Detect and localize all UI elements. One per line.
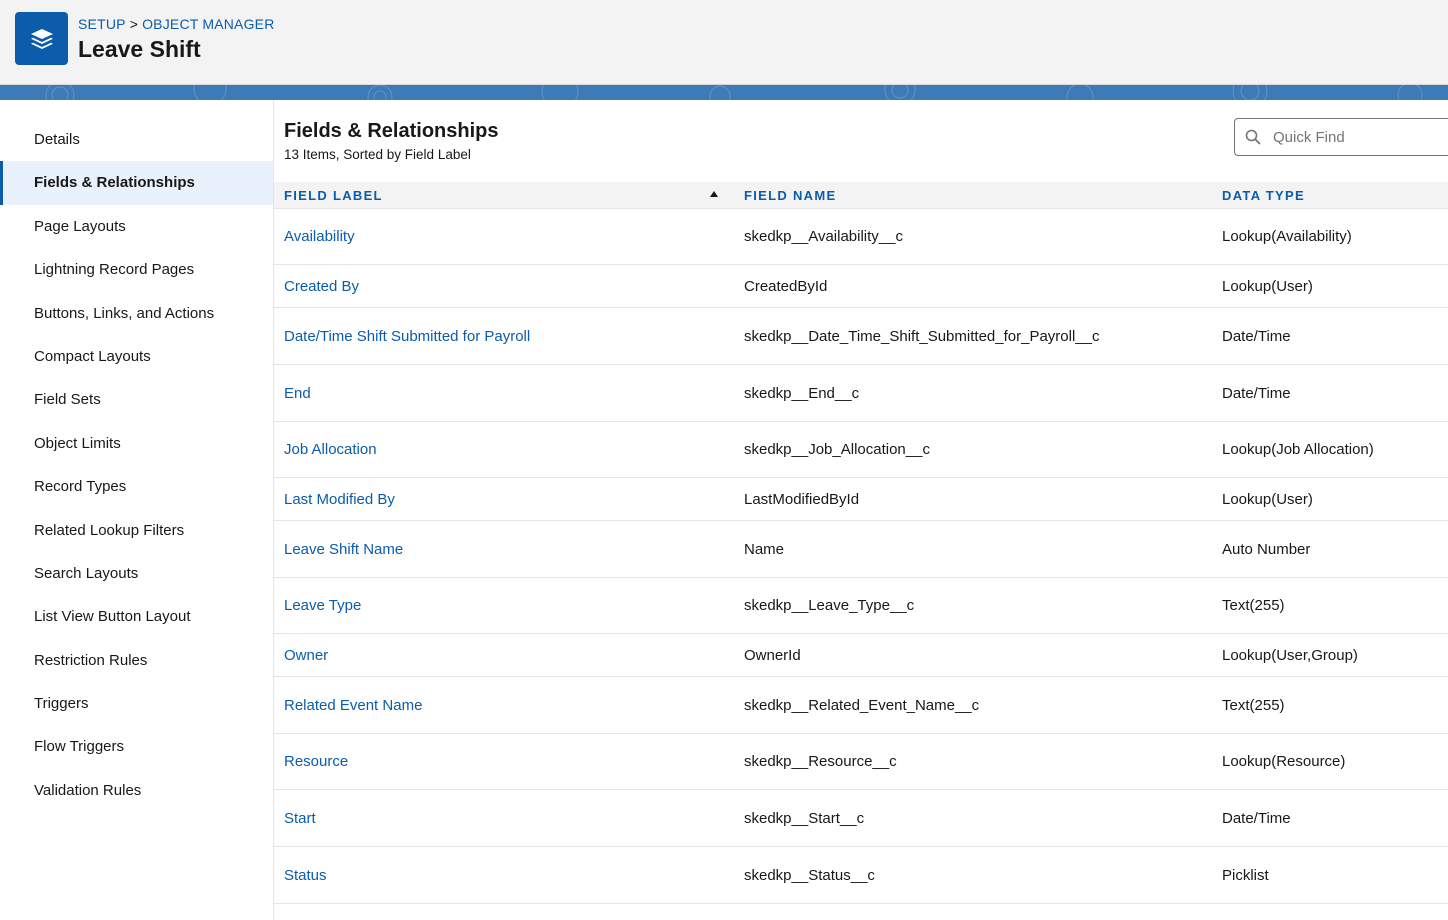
table-row: Created By CreatedById Lookup(User) xyxy=(274,265,1448,308)
sidebar-item-page-layouts[interactable]: Page Layouts xyxy=(0,205,273,248)
section-subtitle: 13 Items, Sorted by Field Label xyxy=(284,147,471,162)
table-row: Job Allocation skedkp__Job_Allocation__c… xyxy=(274,422,1448,478)
breadcrumb-object-manager-link[interactable]: OBJECT MANAGER xyxy=(142,16,274,32)
table-row: Leave Type skedkp__Leave_Type__c Text(25… xyxy=(274,578,1448,634)
field-api-name: OwnerId xyxy=(744,646,801,664)
column-header-field-label-text: FIELD LABEL xyxy=(284,187,383,203)
field-api-name: skedkp__Resource__c xyxy=(744,753,897,770)
page-title: Leave Shift xyxy=(78,36,201,62)
field-api-name: LastModifiedById xyxy=(744,490,860,508)
sidebar-item-buttons-links-actions[interactable]: Buttons, Links, and Actions xyxy=(0,292,273,335)
field-api-name: skedkp__Date_Time_Shift_Submitted_for_Pa… xyxy=(744,327,1100,345)
column-header-field-label[interactable]: FIELD LABEL xyxy=(274,188,734,203)
field-data-type: Date/Time xyxy=(1222,327,1291,345)
sidebar-item-fields-relationships[interactable]: Fields & Relationships xyxy=(0,161,273,205)
sidebar-item-lightning-record-pages[interactable]: Lightning Record Pages xyxy=(0,248,273,291)
table-row: Resource skedkp__Resource__c Lookup(Reso… xyxy=(274,734,1448,790)
table-row: Last Modified By LastModifiedById Lookup… xyxy=(274,478,1448,521)
sidebar-item-object-limits[interactable]: Object Limits xyxy=(0,422,273,465)
breadcrumb-setup-link[interactable]: SETUP xyxy=(78,16,126,32)
field-api-name: skedkp__End__c xyxy=(744,384,860,402)
field-label-link[interactable]: Date/Time Shift Submitted for Payroll xyxy=(274,328,734,345)
sidebar-item-related-lookup-filters[interactable]: Related Lookup Filters xyxy=(0,509,273,552)
field-data-type: Date/Time xyxy=(1222,384,1291,402)
sidebar-nav: Details Fields & Relationships Page Layo… xyxy=(0,100,274,920)
sidebar-item-compact-layouts[interactable]: Compact Layouts xyxy=(0,335,273,378)
field-label-link[interactable]: Related Event Name xyxy=(274,697,734,714)
table-row: Leave Shift Name Name Auto Number xyxy=(274,521,1448,578)
field-data-type: Date/Time xyxy=(1222,809,1291,827)
field-api-name: skedkp__Status__c xyxy=(744,866,875,884)
table-row: Start skedkp__Start__c Date/Time xyxy=(274,790,1448,847)
table-row: Related Event Name skedkp__Related_Event… xyxy=(274,677,1448,734)
quick-find-box xyxy=(1234,118,1448,156)
field-api-name: skedkp__Related_Event_Name__c xyxy=(744,696,980,714)
table-row: Status skedkp__Status__c Picklist xyxy=(274,847,1448,904)
table-row: Availability skedkp__Availability__c Loo… xyxy=(274,209,1448,265)
field-data-type: Text(255) xyxy=(1222,696,1285,714)
field-label-link[interactable]: Availability xyxy=(274,228,734,245)
sidebar-item-triggers[interactable]: Triggers xyxy=(0,682,273,725)
field-label-link[interactable]: Resource xyxy=(274,753,734,770)
object-header: SETUP > OBJECT MANAGER Leave Shift xyxy=(0,0,1448,85)
field-data-type: Lookup(Resource) xyxy=(1222,753,1346,770)
column-header-data-type[interactable]: DATA TYPE xyxy=(1212,188,1448,203)
table-header-row: FIELD LABEL FIELD NAME DATA TYPE xyxy=(274,182,1448,209)
sidebar-item-restriction-rules[interactable]: Restriction Rules xyxy=(0,639,273,682)
field-label-link[interactable]: Last Modified By xyxy=(274,491,734,508)
field-label-link[interactable]: Status xyxy=(274,867,734,884)
table-row: Owner OwnerId Lookup(User,Group) xyxy=(274,634,1448,677)
field-api-name: skedkp__Job_Allocation__c xyxy=(744,441,930,458)
field-data-type: Text(255) xyxy=(1222,597,1285,614)
table-row: End skedkp__End__c Date/Time xyxy=(274,365,1448,422)
field-data-type: Lookup(User) xyxy=(1222,277,1313,295)
field-label-link[interactable]: Leave Shift Name xyxy=(274,541,734,558)
field-label-link[interactable]: Job Allocation xyxy=(274,441,734,458)
sidebar-item-details[interactable]: Details xyxy=(0,118,273,161)
field-data-type: Lookup(Availability) xyxy=(1222,228,1352,245)
field-data-type: Lookup(User,Group) xyxy=(1222,646,1358,664)
field-label-link[interactable]: Leave Type xyxy=(274,597,734,614)
table-row: Date/Time Shift Submitted for Payroll sk… xyxy=(274,308,1448,365)
stack-layers-icon xyxy=(15,12,68,65)
field-data-type: Auto Number xyxy=(1222,540,1311,558)
field-api-name: Name xyxy=(744,540,785,558)
sidebar-item-flow-triggers[interactable]: Flow Triggers xyxy=(0,725,273,768)
sidebar-item-list-view-button-layout[interactable]: List View Button Layout xyxy=(0,595,273,638)
section-title: Fields & Relationships xyxy=(284,120,499,142)
field-api-name: skedkp__Leave_Type__c xyxy=(744,597,915,614)
field-api-name: skedkp__Availability__c xyxy=(744,228,903,245)
column-header-field-name[interactable]: FIELD NAME xyxy=(734,188,1212,203)
field-data-type: Picklist xyxy=(1222,866,1269,884)
field-api-name: skedkp__Start__c xyxy=(744,809,865,827)
field-data-type: Lookup(User) xyxy=(1222,490,1313,508)
field-data-type: Lookup(Job Allocation) xyxy=(1222,441,1374,458)
breadcrumb-separator: > xyxy=(129,16,139,32)
fields-table: FIELD LABEL FIELD NAME DATA TYPE Availab… xyxy=(274,182,1448,904)
breadcrumb: SETUP > OBJECT MANAGER xyxy=(78,16,275,32)
sidebar-item-record-types[interactable]: Record Types xyxy=(0,465,273,508)
decorative-band xyxy=(0,85,1448,100)
main-content: Fields & Relationships 13 Items, Sorted … xyxy=(274,100,1448,920)
field-label-link[interactable]: Start xyxy=(274,810,734,827)
field-label-link[interactable]: Created By xyxy=(274,278,734,295)
sidebar-item-search-layouts[interactable]: Search Layouts xyxy=(0,552,273,595)
sort-ascending-icon[interactable] xyxy=(710,190,718,197)
field-label-link[interactable]: End xyxy=(274,385,734,402)
search-icon xyxy=(1235,119,1271,155)
sidebar-item-validation-rules[interactable]: Validation Rules xyxy=(0,769,273,812)
field-label-link[interactable]: Owner xyxy=(274,647,734,664)
field-api-name: CreatedById xyxy=(744,277,828,295)
quick-find-input[interactable] xyxy=(1271,127,1448,147)
sidebar-item-field-sets[interactable]: Field Sets xyxy=(0,378,273,421)
